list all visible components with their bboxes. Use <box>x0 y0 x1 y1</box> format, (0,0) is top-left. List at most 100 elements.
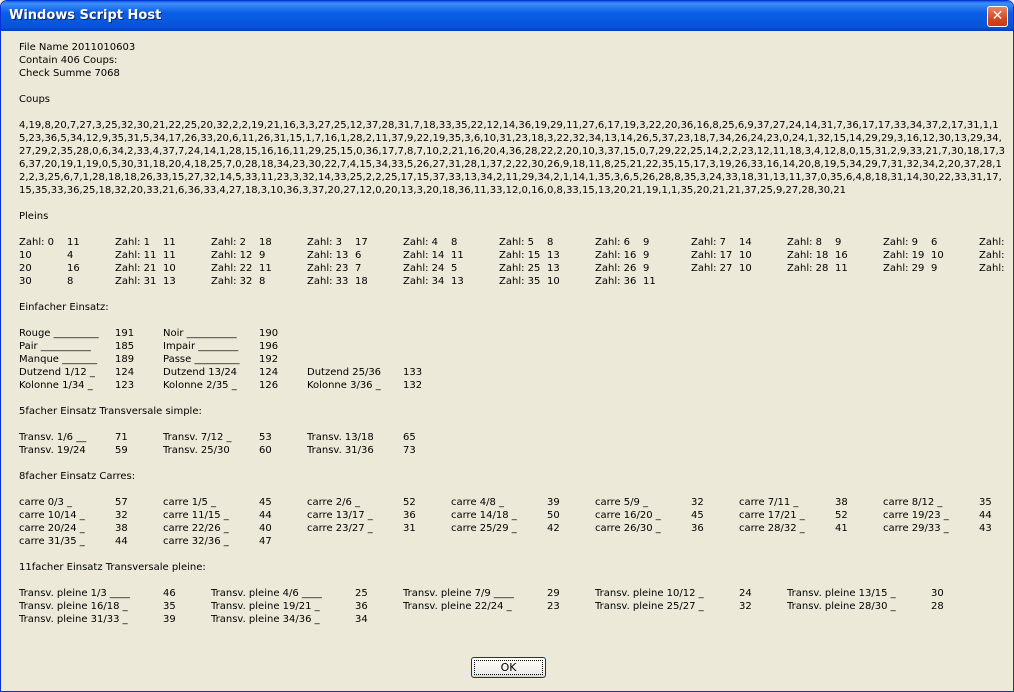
pleine-value: 24 <box>739 588 752 599</box>
carres-value: 43 <box>979 523 992 534</box>
carres-value: 42 <box>547 523 560 534</box>
pleins-label: Zahl: 21 <box>115 263 157 274</box>
pleins-value: 18 <box>355 276 368 287</box>
pleine-value: 28 <box>931 601 944 612</box>
carres-label: carre 0/3 _ <box>19 497 73 508</box>
ok-button[interactable]: OK <box>471 657 546 678</box>
close-icon: ✕ <box>991 8 1004 24</box>
carres-label: carre 32/36 _ <box>163 536 229 547</box>
message-body: File Name 2011010603 Contain 406 Coups: … <box>19 41 1009 626</box>
pleins-value: 9 <box>643 263 650 274</box>
pleine-value: 39 <box>163 614 176 625</box>
pleins-label: Zahl: 0 <box>19 237 55 248</box>
simple-table: Transv. 1/6 __ 71 Transv. 7/12 _ 53 Transv. … <box>19 431 1009 457</box>
carres-row: carre 10/14 _ 32 carre 11/15 _ 44 carre 13/1… <box>19 509 1009 522</box>
pleine-label: Transv. pleine 10/12 _ <box>595 588 704 599</box>
carres-value: 32 <box>115 510 128 521</box>
pleins-heading: Pleins <box>19 211 49 222</box>
pleine-row: Transv. pleine 16/18 _ 35 Transv. pleine 1… <box>19 600 1009 613</box>
pleine-label: Transv. pleine 25/27 _ <box>595 601 704 612</box>
pleins-label: Zahl: 32 <box>211 276 253 287</box>
simple-row: Transv. 19/24 59 Transv. 25/30 60 Transv. 31… <box>19 444 1009 457</box>
einfach-row: Rouge _________ 191 Noir __________ 190 <box>19 327 1009 340</box>
carres-value: 44 <box>115 536 128 547</box>
einfach-label: Dutzend 25/36 <box>307 367 382 378</box>
pleine-table: Transv. pleine 1/3 ____ 46 Transv. pleine … <box>19 587 1009 626</box>
carres-row: carre 31/35 _ 44 carre 32/36 _ 47 <box>19 535 1009 548</box>
pleins-label: Zahl: 34 <box>403 276 445 287</box>
pleine-label: Transv. pleine 22/24 _ <box>403 601 512 612</box>
carres-label: carre 28/32 _ <box>739 523 805 534</box>
simple-value: 59 <box>115 445 128 456</box>
pleins-label: Zahl: 15 <box>499 250 541 261</box>
carres-label: carre 14/18 _ <box>451 510 517 521</box>
carres-value: 38 <box>115 523 128 534</box>
pleins-value: 10 <box>931 250 944 261</box>
pleins-label: Zahl: 13 <box>307 250 349 261</box>
pleins-value: 10 <box>547 276 560 287</box>
pleins-value: 11 <box>643 276 656 287</box>
pleine-label: Transv. pleine 31/33 _ <box>19 614 128 625</box>
carres-label: carre 20/24 _ <box>19 523 85 534</box>
pleins-value: 9 <box>835 237 842 248</box>
einfach-row: Pair __________ 185 Impair ________ 196 <box>19 340 1009 353</box>
simple-heading: 5facher Einsatz Transversale simple: <box>19 406 202 417</box>
pleins-value: 9 <box>643 237 650 248</box>
pleins-value: 13 <box>163 276 176 287</box>
einfach-value: 132 <box>403 380 423 391</box>
pleins-value: 8 <box>259 276 266 287</box>
pleins-value: 9 <box>643 250 650 261</box>
carres-label: carre 13/17 _ <box>307 510 373 521</box>
title-bar[interactable]: Windows Script Host ✕ <box>1 1 1013 31</box>
pleins-row: 20 16 Zahl: 21 10 Zahl: 22 11 Zahl: 23 7 Zahl: 2… <box>19 262 1009 275</box>
pleins-label: Zahl: 3 <box>307 237 343 248</box>
pleins-label: Zahl: 29 <box>883 263 925 274</box>
einfach-label: Kolonne 3/36 _ <box>307 380 381 391</box>
pleins-value: 8 <box>451 237 458 248</box>
carres-value: 41 <box>835 523 848 534</box>
carres-value: 45 <box>691 510 704 521</box>
carres-value: 52 <box>403 497 416 508</box>
pleins-value: 6 <box>355 250 362 261</box>
simple-value: 65 <box>403 432 416 443</box>
carres-value: 44 <box>979 510 992 521</box>
carres-value: 36 <box>403 510 416 521</box>
einfach-value: 185 <box>115 341 135 352</box>
carres-value: 36 <box>691 523 704 534</box>
einfach-value: 123 <box>115 380 135 391</box>
einfach-value: 191 <box>115 328 135 339</box>
carres-value: 57 <box>115 497 128 508</box>
carres-label: carre 25/29 _ <box>451 523 517 534</box>
pleine-value: 29 <box>547 588 560 599</box>
einfach-value: 133 <box>403 367 423 378</box>
pleins-label: Zahl: 7 <box>691 237 727 248</box>
close-button[interactable]: ✕ <box>987 6 1008 27</box>
simple-label: Transv. 7/12 _ <box>163 432 232 443</box>
einfach-label: Pair __________ <box>19 341 91 352</box>
pleins-value: 11 <box>451 250 464 261</box>
einfach-label: Kolonne 2/35 _ <box>163 380 237 391</box>
pleins-label: Zahl: <box>979 263 1005 274</box>
pleine-label: Transv. pleine 4/6 ____ <box>211 588 322 599</box>
simple-value: 53 <box>259 432 272 443</box>
carres-label: carre 29/33 _ <box>883 523 949 534</box>
pleine-value: 23 <box>547 601 560 612</box>
pleins-value: 11 <box>163 237 176 248</box>
carres-value: 31 <box>403 523 416 534</box>
carres-value: 38 <box>835 497 848 508</box>
carres-label: carre 5/9 _ <box>595 497 649 508</box>
carres-table: carre 0/3 _ 57 carre 1/5 _ 45 carre 2/6 _ 52 c… <box>19 496 1009 548</box>
pleins-value: 8 <box>547 237 554 248</box>
window-title: Windows Script Host <box>9 8 162 23</box>
pleins-label: Zahl: 27 <box>691 263 733 274</box>
einfach-value: 196 <box>259 341 279 352</box>
pleins-label: Zahl: 16 <box>595 250 637 261</box>
pleins-value: 13 <box>547 263 560 274</box>
pleins-label: Zahl: 26 <box>595 263 637 274</box>
pleine-label: Transv. pleine 13/15 _ <box>787 588 896 599</box>
einfach-heading: Einfacher Einsatz: <box>19 302 109 313</box>
carres-label: carre 1/5 _ <box>163 497 217 508</box>
pleins-label: Zahl: 12 <box>211 250 253 261</box>
pleins-label: 10 <box>19 250 32 261</box>
pleins-label: Zahl: 19 <box>883 250 925 261</box>
